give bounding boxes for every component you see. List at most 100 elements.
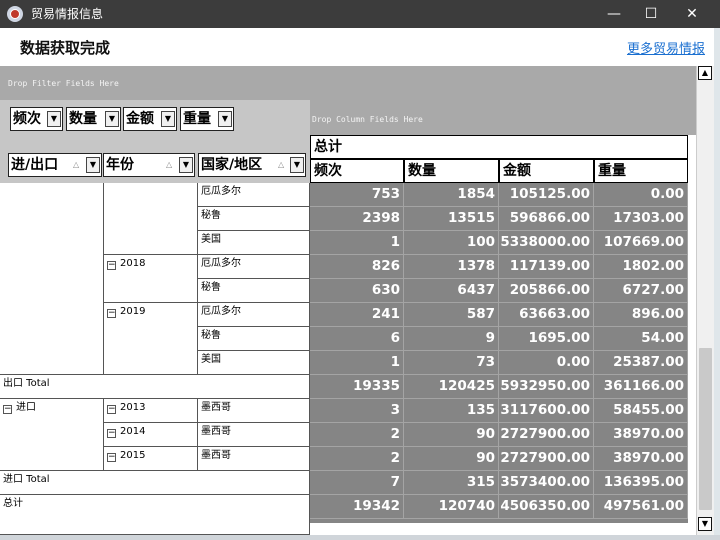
vertical-scrollbar[interactable]: ▲ ▼	[696, 66, 714, 535]
data-cell[interactable]: 3	[310, 399, 404, 423]
data-cell[interactable]: 100	[404, 231, 499, 255]
data-cell[interactable]: 105125.00	[499, 183, 594, 207]
data-cell[interactable]: 1695.00	[499, 327, 594, 351]
data-cell[interactable]: 38970.00	[594, 447, 688, 471]
more-trade-info-link[interactable]: 更多贸易情报	[627, 38, 705, 57]
dropdown-arrow-icon[interactable]: ▼	[105, 111, 119, 127]
maximize-button[interactable]: ☐	[633, 0, 669, 28]
data-field-frequency[interactable]: 频次 ▼	[10, 107, 63, 131]
data-cell[interactable]: 1854	[404, 183, 499, 207]
row-header-year-2019[interactable]: −2019	[104, 303, 198, 375]
row-field-country[interactable]: 国家/地区 △ ▼	[198, 153, 306, 177]
data-cell[interactable]: 1378	[404, 255, 499, 279]
data-cell[interactable]: 73	[404, 351, 499, 375]
collapse-icon[interactable]: −	[107, 405, 116, 414]
data-cell[interactable]: 107669.00	[594, 231, 688, 255]
collapse-icon[interactable]: −	[107, 429, 116, 438]
measure-header-quantity[interactable]: 数量	[404, 159, 499, 183]
data-field-quantity[interactable]: 数量 ▼	[66, 107, 121, 131]
filter-drop-zone[interactable]: Drop Filter Fields Here	[0, 66, 696, 100]
data-cell[interactable]: 205866.00	[499, 279, 594, 303]
data-cell[interactable]: 0.00	[499, 351, 594, 375]
data-cell[interactable]: 0.00	[594, 183, 688, 207]
data-cell[interactable]: 90	[404, 423, 499, 447]
data-cell[interactable]: 1802.00	[594, 255, 688, 279]
data-cell[interactable]: 361166.00	[594, 375, 688, 399]
row-header-year-2015[interactable]: −2015	[104, 447, 198, 471]
sort-ascending-icon[interactable]: △	[166, 159, 172, 171]
data-cell[interactable]: 117139.00	[499, 255, 594, 279]
data-cell[interactable]: 630	[310, 279, 404, 303]
row-header-import[interactable]: − 进口	[0, 399, 104, 471]
data-cell[interactable]: 6	[310, 327, 404, 351]
data-cell[interactable]: 6727.00	[594, 279, 688, 303]
row-field-year[interactable]: 年份 △ ▼	[103, 153, 195, 177]
dropdown-arrow-icon[interactable]: ▼	[86, 157, 100, 173]
row-header-year-2013[interactable]: −2013	[104, 399, 198, 423]
measure-header-weight[interactable]: 重量	[594, 159, 688, 183]
data-cell[interactable]: 19335	[310, 375, 404, 399]
sort-ascending-icon[interactable]: △	[278, 159, 284, 171]
data-cell[interactable]: 826	[310, 255, 404, 279]
row-header-year-2018[interactable]: −2018	[104, 255, 198, 303]
data-cell[interactable]: 25387.00	[594, 351, 688, 375]
data-cell[interactable]: 63663.00	[499, 303, 594, 327]
data-cell[interactable]: 2727900.00	[499, 447, 594, 471]
data-cell[interactable]: 2	[310, 423, 404, 447]
data-cell[interactable]: 7	[310, 471, 404, 495]
data-cell[interactable]: 90	[404, 447, 499, 471]
data-cell[interactable]: 3117600.00	[499, 399, 594, 423]
row-field-label: 国家/地区	[201, 157, 263, 173]
data-cell[interactable]: 54.00	[594, 327, 688, 351]
data-cell[interactable]: 587	[404, 303, 499, 327]
collapse-icon[interactable]: −	[107, 453, 116, 462]
scrollbar-thumb[interactable]	[699, 348, 712, 510]
minimize-button[interactable]: —	[596, 0, 632, 28]
close-button[interactable]: ✕	[674, 0, 710, 28]
measure-header-amount[interactable]: 金额	[499, 159, 594, 183]
data-cell[interactable]: 9	[404, 327, 499, 351]
dropdown-arrow-icon[interactable]: ▼	[47, 111, 61, 127]
data-cell[interactable]: 38970.00	[594, 423, 688, 447]
collapse-icon[interactable]: −	[107, 309, 116, 318]
data-cell[interactable]: 241	[310, 303, 404, 327]
data-cell[interactable]: 4506350.00	[499, 495, 594, 519]
scroll-down-button[interactable]: ▼	[698, 517, 712, 531]
data-field-amount[interactable]: 金额 ▼	[123, 107, 177, 131]
data-cell[interactable]: 315	[404, 471, 499, 495]
data-cell[interactable]: 17303.00	[594, 207, 688, 231]
scroll-up-button[interactable]: ▲	[698, 66, 712, 80]
data-cell[interactable]: 13515	[404, 207, 499, 231]
data-cell[interactable]: 2398	[310, 207, 404, 231]
data-cell[interactable]: 6437	[404, 279, 499, 303]
data-cell[interactable]: 120740	[404, 495, 499, 519]
measure-header-frequency[interactable]: 频次	[310, 159, 404, 183]
data-cell[interactable]: 1	[310, 231, 404, 255]
dropdown-arrow-icon[interactable]: ▼	[218, 111, 232, 127]
dropdown-arrow-icon[interactable]: ▼	[161, 111, 175, 127]
data-cell[interactable]: 136395.00	[594, 471, 688, 495]
row-header-year-2014[interactable]: −2014	[104, 423, 198, 447]
data-cell[interactable]: 58455.00	[594, 399, 688, 423]
dropdown-arrow-icon[interactable]: ▼	[290, 157, 304, 173]
data-cell[interactable]: 5932950.00	[499, 375, 594, 399]
data-cell[interactable]: 120425	[404, 375, 499, 399]
sort-ascending-icon[interactable]: △	[73, 159, 79, 171]
data-cell[interactable]: 2727900.00	[499, 423, 594, 447]
collapse-icon[interactable]: −	[3, 405, 12, 414]
data-cell[interactable]: 5338000.00	[499, 231, 594, 255]
data-cell[interactable]: 135	[404, 399, 499, 423]
data-field-weight[interactable]: 重量 ▼	[180, 107, 234, 131]
data-cell[interactable]: 753	[310, 183, 404, 207]
data-cell[interactable]: 19342	[310, 495, 404, 519]
collapse-icon[interactable]: −	[107, 261, 116, 270]
data-cell[interactable]: 2	[310, 447, 404, 471]
data-cell[interactable]: 497561.00	[594, 495, 688, 519]
row-field-import-export[interactable]: 进/出口 △ ▼	[8, 153, 102, 177]
dropdown-arrow-icon[interactable]: ▼	[179, 157, 193, 173]
data-cell[interactable]: 1	[310, 351, 404, 375]
data-cell[interactable]: 596866.00	[499, 207, 594, 231]
column-drop-zone[interactable]: Drop Column Fields Here	[310, 100, 696, 135]
data-cell[interactable]: 3573400.00	[499, 471, 594, 495]
data-cell[interactable]: 896.00	[594, 303, 688, 327]
